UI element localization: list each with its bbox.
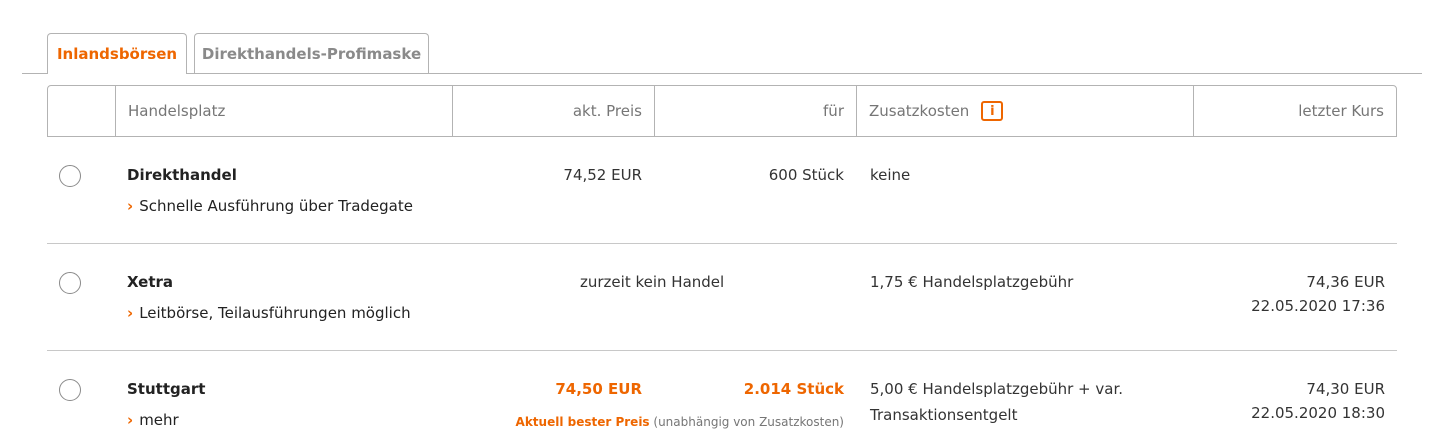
header-akt-preis: akt. Preis: [452, 86, 654, 136]
table-row-direkthandel: Direkthandel › Schnelle Ausführung über T…: [47, 137, 1397, 244]
best-price-label: Aktuell bester Preis: [515, 415, 650, 429]
header-handelsplatz-label: Handelsplatz: [128, 102, 226, 120]
row-name: Direkthandel: [127, 166, 237, 184]
row-costs-line2: Transaktionsentgelt: [870, 406, 1018, 424]
row-last-price: 74,36 EUR: [1306, 273, 1385, 291]
tab-bar-divider: [22, 73, 1422, 74]
radio-button-direkthandel[interactable]: [59, 165, 81, 187]
table-header: Handelsplatz akt. Preis für Zusatzkosten…: [47, 85, 1397, 137]
row-info-label: Schnelle Ausführung über Tradegate: [139, 197, 413, 215]
best-price-remark: (unabhängig von Zusatzkosten): [649, 415, 844, 429]
row-info-link[interactable]: › Schnelle Ausführung über Tradegate: [127, 196, 413, 216]
best-price-note: Aktuell bester Preis (unabhängig von Zus…: [516, 412, 844, 432]
row-costs: 5,00 € Handelsplatzgebühr + var.: [870, 380, 1124, 398]
row-more-link[interactable]: › mehr: [127, 410, 179, 430]
row-name: Xetra: [127, 273, 174, 291]
row-last-time: 22.05.2020 17:36: [1251, 297, 1385, 315]
radio-button-stuttgart[interactable]: [59, 379, 81, 401]
header-akt-preis-label: akt. Preis: [572, 102, 642, 120]
row-name: Stuttgart: [127, 380, 206, 398]
tab-inlandsboersen[interactable]: Inlandsbörsen: [47, 33, 187, 74]
radio-button-xetra[interactable]: [59, 272, 81, 294]
row-costs: keine: [870, 166, 911, 184]
chevron-right-icon: ›: [127, 197, 134, 215]
table-row-xetra: Xetra › Leitbörse, Teilausführungen mögli…: [47, 244, 1397, 351]
header-handelsplatz: Handelsplatz: [115, 86, 452, 136]
row-quantity: 2.014 Stück: [743, 380, 844, 398]
header-letzter-kurs: letzter Kurs: [1193, 86, 1396, 136]
header-zusatzkosten: Zusatzkosten i: [856, 86, 1193, 136]
header-fuer-label: für: [823, 102, 844, 120]
info-icon[interactable]: i: [981, 101, 1004, 121]
row-info-label: Leitbörse, Teilausführungen möglich: [139, 304, 411, 322]
tab-direkthandels-profimaske[interactable]: Direkthandels-Profimaske: [194, 33, 429, 73]
header-select-column: [48, 86, 115, 136]
table-row-stuttgart: Stuttgart › mehr 74,50 EUR 2.014 Stück Ak…: [47, 351, 1397, 445]
row-status: zurzeit kein Handel: [580, 273, 725, 291]
row-costs: 1,75 € Handelsplatzgebühr: [870, 273, 1074, 291]
chevron-right-icon: ›: [127, 304, 134, 322]
row-quantity: 600 Stück: [768, 166, 844, 184]
row-last-price: 74,30 EUR: [1306, 380, 1385, 398]
chevron-right-icon: ›: [127, 411, 134, 429]
row-info-link[interactable]: › Leitbörse, Teilausführungen möglich: [127, 303, 411, 323]
header-fuer: für: [654, 86, 856, 136]
header-zusatzkosten-label: Zusatzkosten: [869, 102, 970, 120]
row-more-label: mehr: [139, 411, 179, 429]
row-last-time: 22.05.2020 18:30: [1251, 404, 1385, 422]
row-price: 74,50 EUR: [555, 380, 642, 398]
header-letzter-kurs-label: letzter Kurs: [1298, 102, 1384, 120]
row-price: 74,52 EUR: [563, 166, 642, 184]
